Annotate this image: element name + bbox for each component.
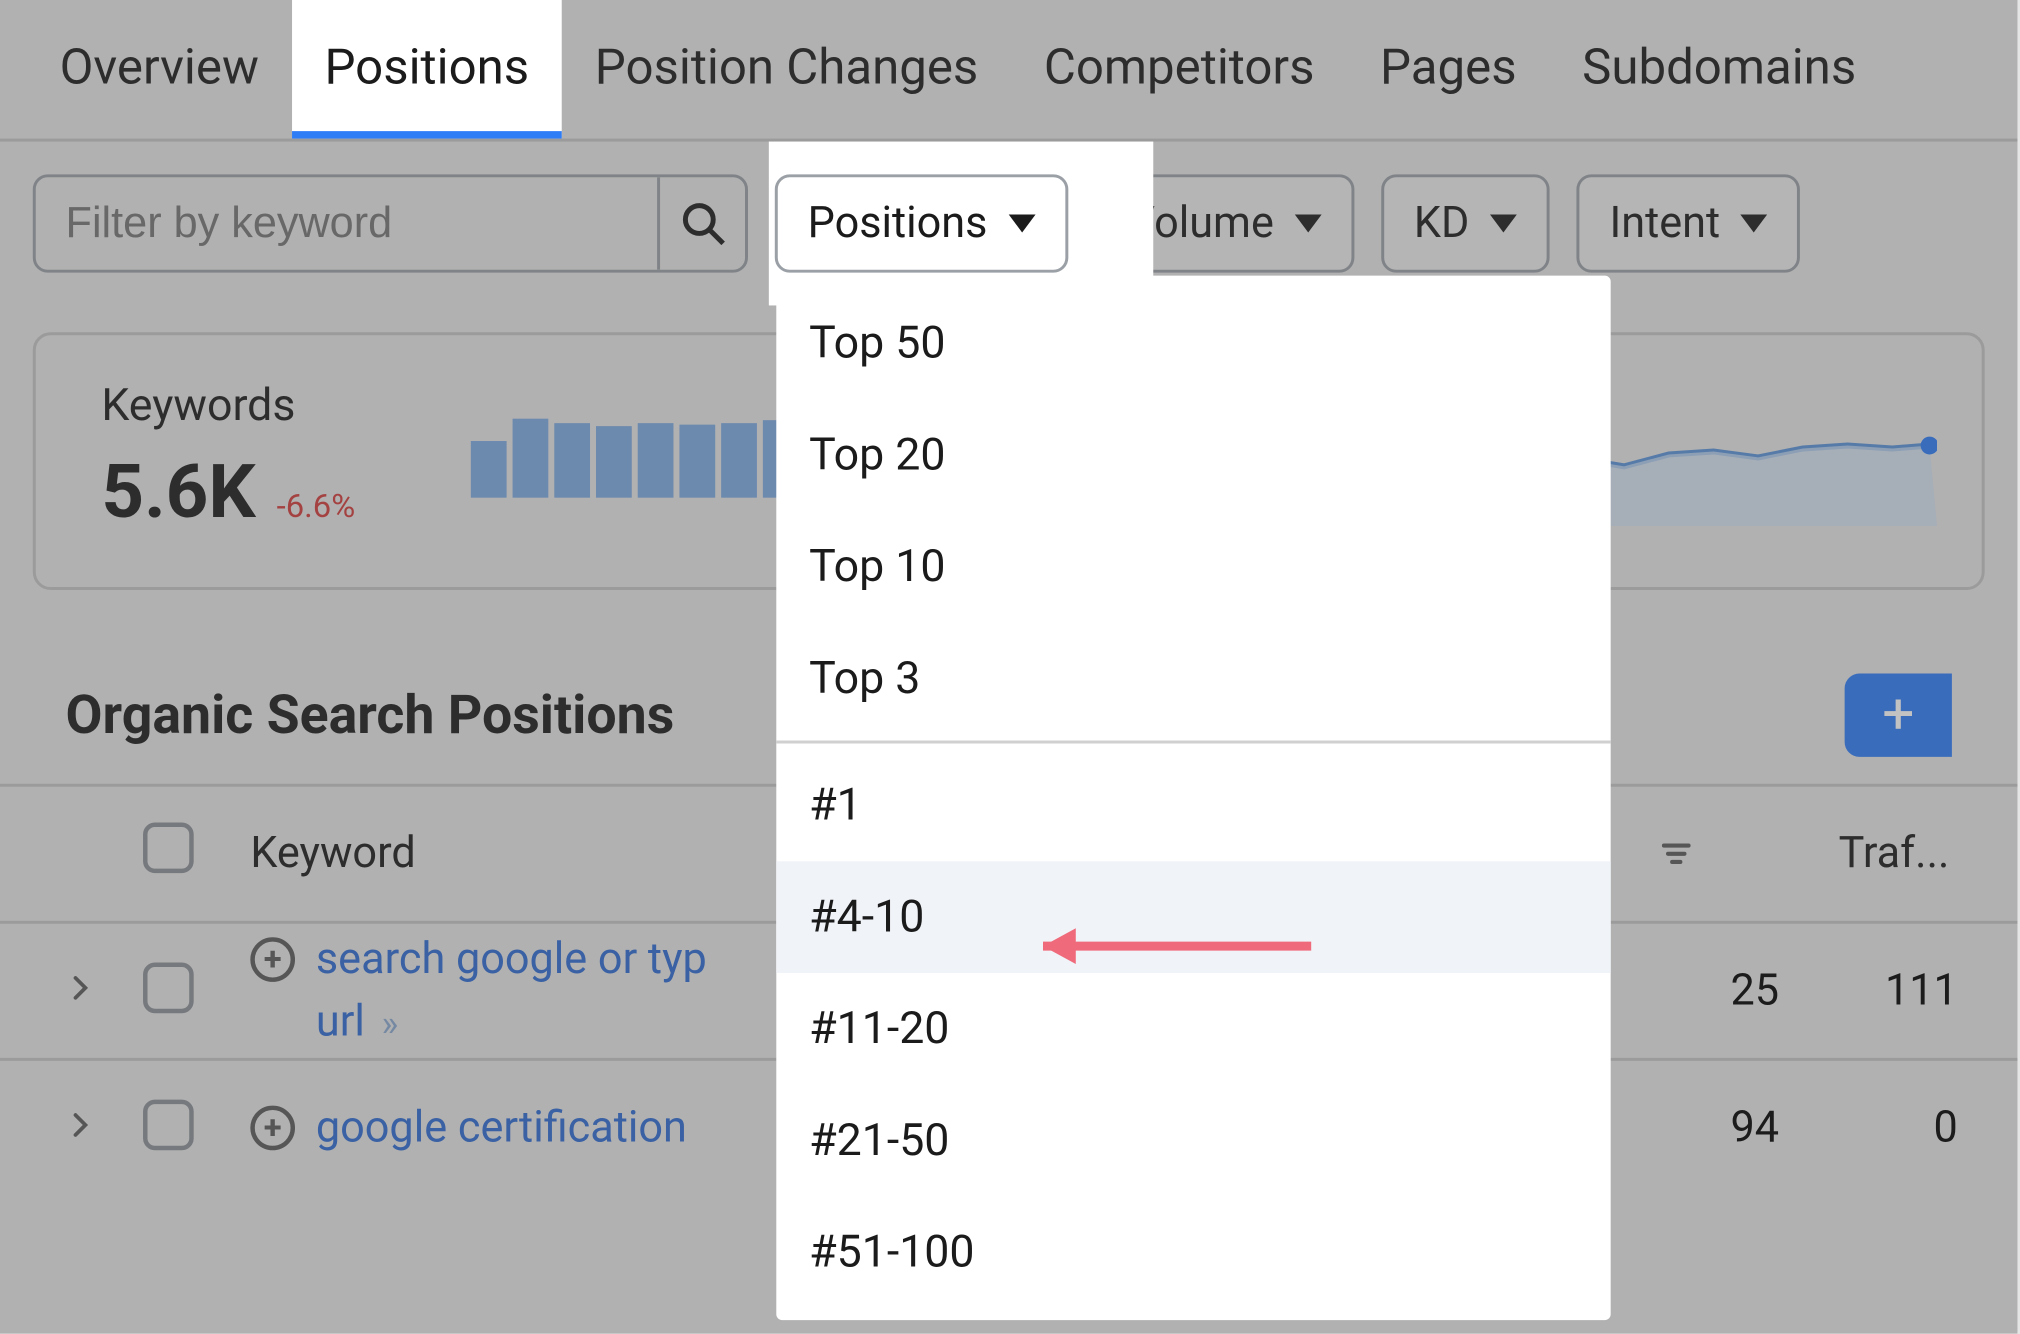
dropdown-item[interactable]: Top 50 xyxy=(776,288,1610,400)
dropdown-item[interactable]: Top 20 xyxy=(776,399,1610,511)
traffic-line-chart xyxy=(1579,422,1937,526)
dropdown-item[interactable]: #11-20 xyxy=(776,973,1610,1085)
keywords-change: -6.6% xyxy=(277,489,356,526)
dropdown-item[interactable]: Top 10 xyxy=(776,511,1610,623)
tabs-bar: Overview Positions Position Changes Comp… xyxy=(0,0,2017,142)
kd-filter-label: KD xyxy=(1414,198,1469,249)
intent-filter-label: Intent xyxy=(1609,198,1720,249)
search-icon xyxy=(679,200,727,248)
cell-value: 111 xyxy=(1839,966,2018,1017)
add-button[interactable]: + xyxy=(1845,673,1952,756)
tab-subdomains[interactable]: Subdomains xyxy=(1549,0,1889,139)
col-keyword[interactable]: Keyword xyxy=(250,828,415,879)
positions-filter[interactable]: Positions xyxy=(775,174,1068,272)
keyword-link[interactable]: search google or typ xyxy=(316,934,707,985)
tab-pages[interactable]: Pages xyxy=(1347,0,1549,139)
cell-value: 94 xyxy=(1660,1103,1839,1154)
dropdown-item[interactable]: #1 xyxy=(776,749,1610,861)
row-checkbox[interactable] xyxy=(143,1100,194,1151)
section-title: Organic Search Positions xyxy=(66,684,675,747)
cell-value: 0 xyxy=(1839,1103,2018,1154)
tab-competitors[interactable]: Competitors xyxy=(1011,0,1347,139)
keyword-search xyxy=(33,174,748,272)
positions-filter-label: Positions xyxy=(808,198,988,249)
cell-value: 25 xyxy=(1660,966,1839,1017)
search-button[interactable] xyxy=(657,177,745,269)
expand-row-icon[interactable] xyxy=(66,973,96,1003)
tab-overview[interactable]: Overview xyxy=(27,0,292,139)
tab-position-changes[interactable]: Position Changes xyxy=(562,0,1011,139)
keyword-link[interactable]: google certification xyxy=(316,1103,687,1154)
col-traffic[interactable]: Traf... xyxy=(1839,828,1950,879)
add-keyword-icon[interactable]: + xyxy=(250,937,295,982)
dropdown-item[interactable]: #51-100 xyxy=(776,1196,1610,1308)
intent-filter[interactable]: Intent xyxy=(1577,174,1801,272)
select-all-checkbox[interactable] xyxy=(143,822,194,873)
add-keyword-icon[interactable]: + xyxy=(250,1106,295,1151)
double-chevron-icon: » xyxy=(382,1003,393,1045)
tab-positions[interactable]: Positions xyxy=(292,0,562,139)
row-checkbox[interactable] xyxy=(143,963,194,1014)
positions-dropdown: Top 50Top 20Top 10Top 3 #1#4-10#11-20#21-… xyxy=(776,276,1610,1320)
sort-icon[interactable] xyxy=(1660,837,1693,870)
keyword-search-input[interactable] xyxy=(36,199,657,248)
dropdown-item[interactable]: #21-50 xyxy=(776,1085,1610,1197)
keyword-link-suffix[interactable]: url xyxy=(316,997,365,1048)
chevron-down-icon xyxy=(1008,215,1035,233)
keywords-value: 5.6K xyxy=(101,450,255,536)
keywords-label: Keywords xyxy=(101,380,429,432)
dropdown-item[interactable]: #4-10 xyxy=(776,861,1610,973)
chevron-down-icon xyxy=(1741,215,1768,233)
chevron-down-icon xyxy=(1490,215,1517,233)
kd-filter[interactable]: KD xyxy=(1381,174,1550,272)
chevron-down-icon xyxy=(1295,215,1322,233)
dropdown-item[interactable]: Top 3 xyxy=(776,623,1610,735)
expand-row-icon[interactable] xyxy=(66,1110,96,1140)
